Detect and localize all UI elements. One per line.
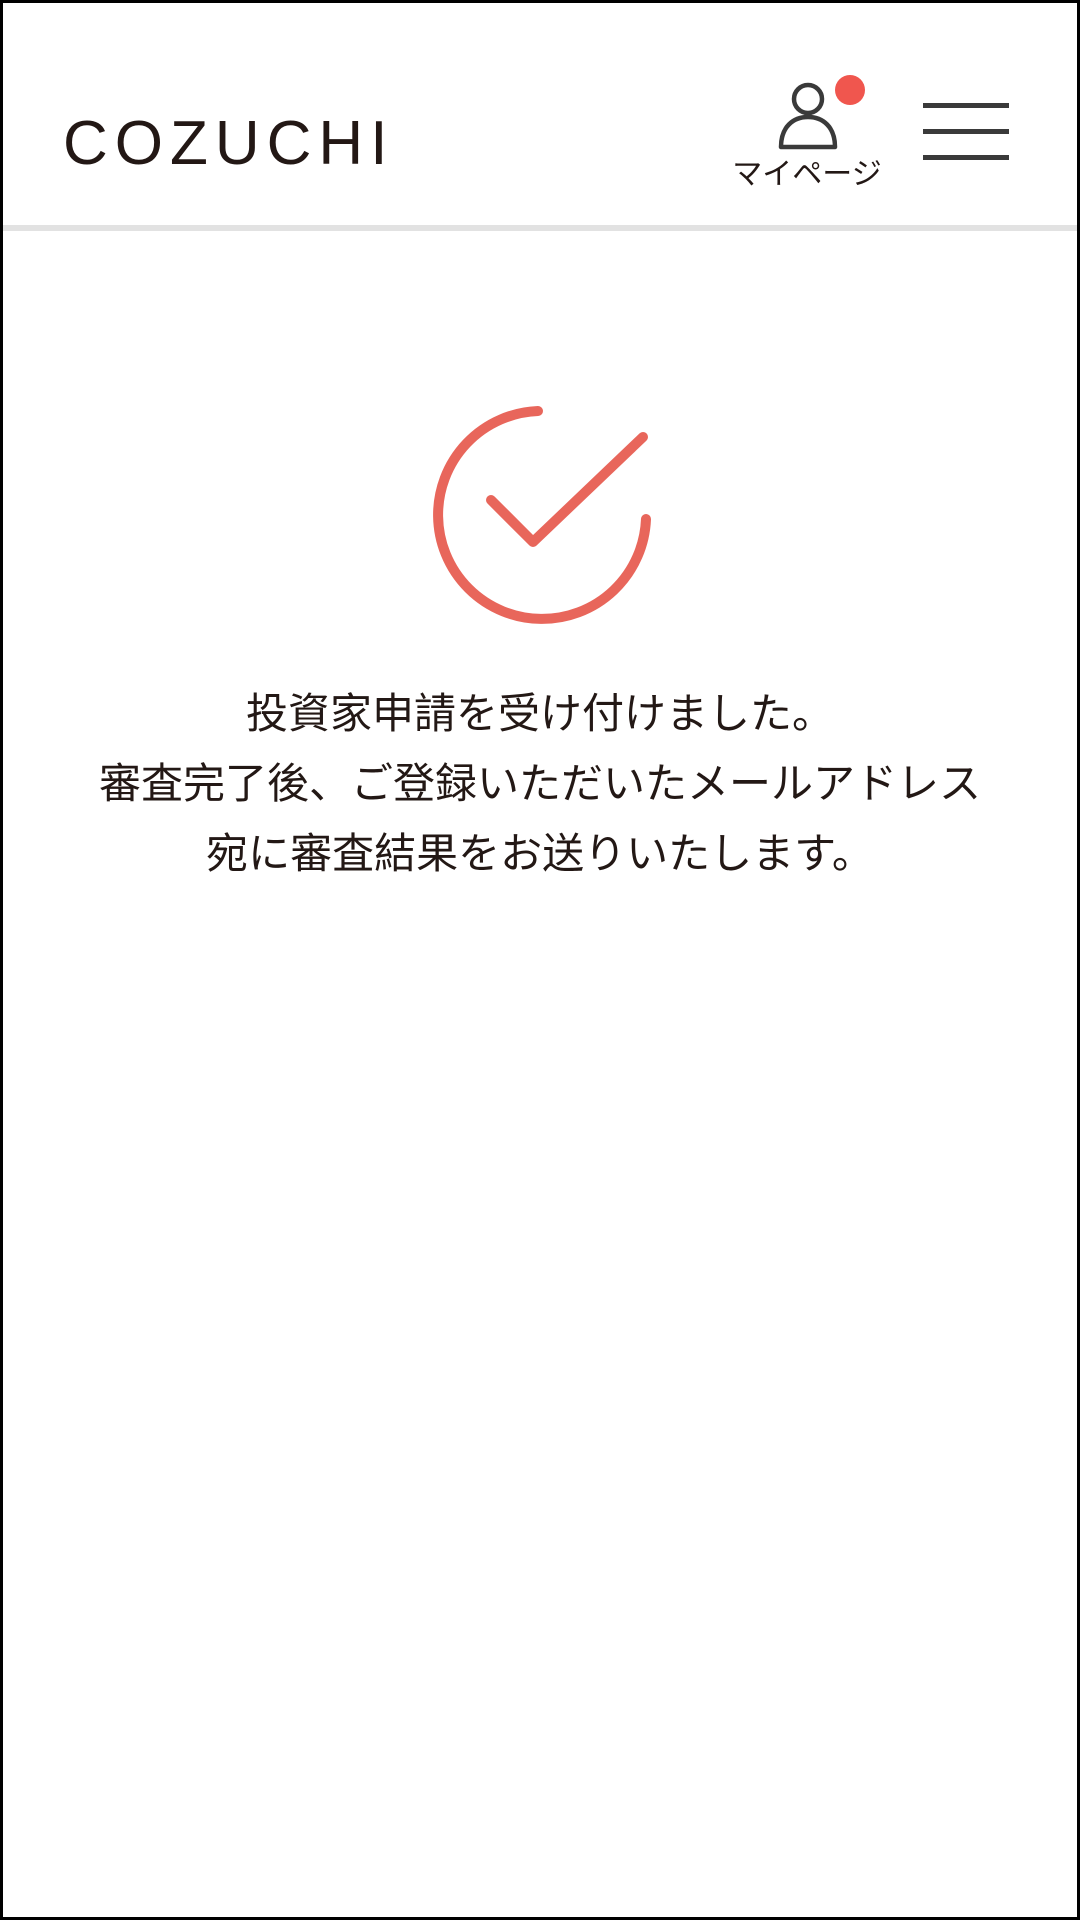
menu-line [923,103,1009,108]
message-line-2: 審査完了後、ご登録いただいたメールアドレス [98,759,981,808]
mypage-button[interactable]: マイページ [725,75,889,199]
message-line-3: 宛に審査結果をお送りいたします。 [206,829,874,878]
hamburger-menu-icon[interactable] [923,99,1013,171]
app-screen: COZUCHI マイページ 投資家申請を受け付けました。 審査完了後、ご登録いた… [0,0,1080,1920]
logo[interactable]: COZUCHI [63,109,394,179]
site-header: COZUCHI マイページ [3,3,1077,225]
message-line-1: 投資家申請を受け付けました。 [245,689,834,738]
check-circle-icon [433,406,651,624]
confirmation-message: 投資家申請を受け付けました。 審査完了後、ご登録いただいたメールアドレス 宛に審… [3,679,1077,889]
notification-badge [835,75,865,105]
user-icon [778,82,838,150]
mypage-label: マイページ [732,157,882,192]
header-divider [3,225,1077,231]
menu-line [923,155,1009,160]
menu-line [923,129,1009,134]
